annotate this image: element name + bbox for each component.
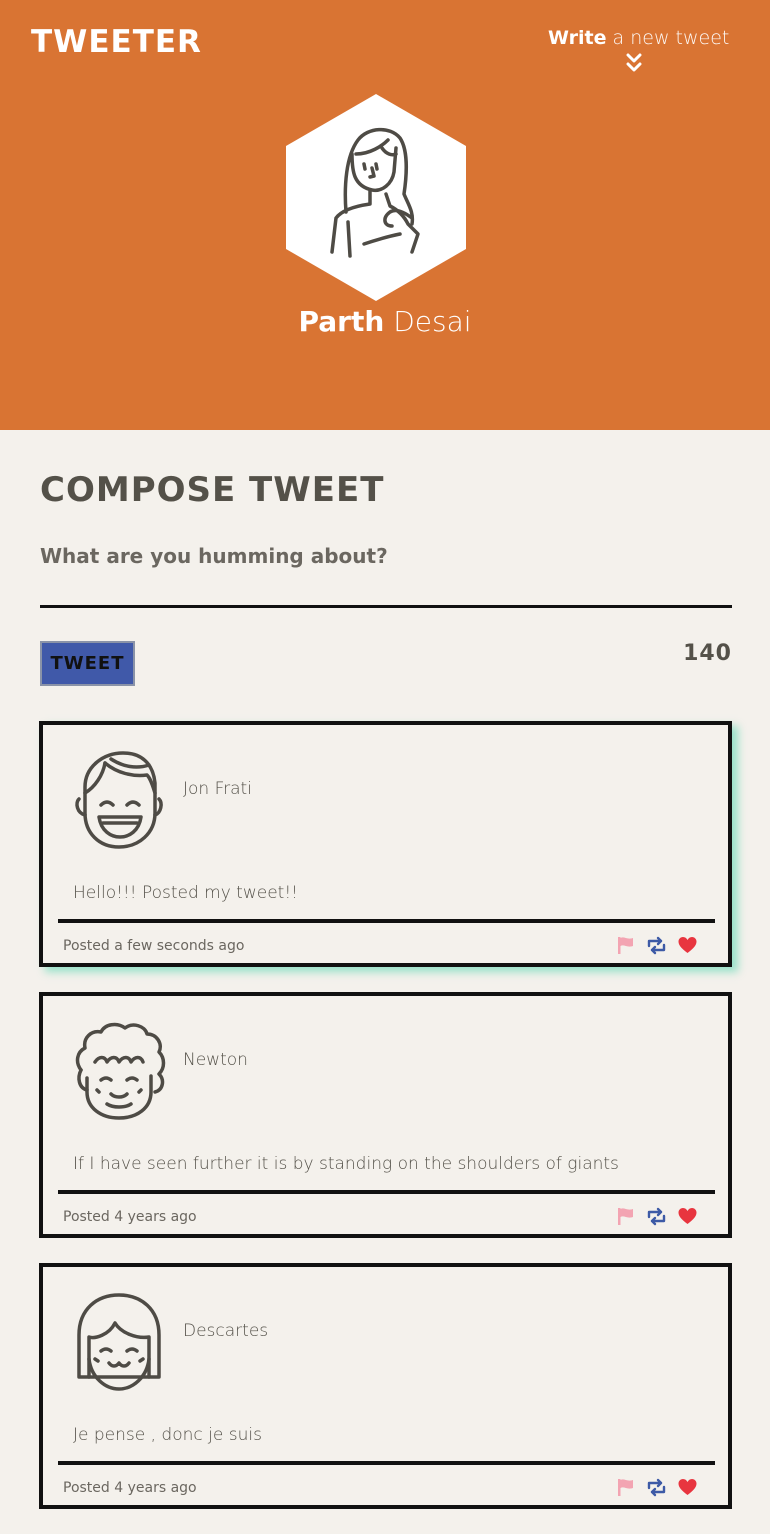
flag-icon[interactable] bbox=[615, 1206, 636, 1227]
tweet-content: If I have seen further it is by standing… bbox=[73, 1154, 619, 1174]
tweet-timestamp: Posted a few seconds ago bbox=[63, 938, 245, 954]
tweet-content: Hello!!! Posted my tweet!! bbox=[73, 883, 298, 903]
tweet-card: Newton If I have seen further it is by s… bbox=[39, 992, 732, 1238]
profile-last-name: Desai bbox=[393, 305, 472, 338]
heart-icon[interactable] bbox=[677, 935, 698, 956]
tweet-author[interactable]: Descartes bbox=[183, 1319, 268, 1343]
retweet-icon[interactable] bbox=[646, 935, 667, 956]
smiling-boy-icon bbox=[75, 751, 163, 849]
profile-header: TWEETER Write a new tweet Parth Desai bbox=[0, 0, 770, 430]
retweet-icon[interactable] bbox=[646, 1477, 667, 1498]
compose-title: COMPOSE TWEET bbox=[40, 470, 385, 510]
tweet-card: Jon Frati Hello!!! Posted my tweet!! Pos… bbox=[39, 721, 732, 967]
tweet-button[interactable]: TWEET bbox=[40, 641, 135, 686]
curly-hair-icon bbox=[75, 1022, 166, 1120]
heart-icon[interactable] bbox=[677, 1477, 698, 1498]
tweet-timestamp: Posted 4 years ago bbox=[63, 1209, 197, 1225]
tweet-divider bbox=[58, 1461, 715, 1465]
heart-icon[interactable] bbox=[677, 1206, 698, 1227]
tweet-author[interactable]: Newton bbox=[183, 1048, 248, 1072]
tweet-timestamp: Posted 4 years ago bbox=[63, 1480, 197, 1496]
flag-icon[interactable] bbox=[615, 935, 636, 956]
tweet-actions bbox=[615, 1475, 698, 1499]
retweet-icon[interactable] bbox=[646, 1206, 667, 1227]
tweet-author[interactable]: Jon Frati bbox=[183, 777, 252, 801]
tweet-divider bbox=[58, 919, 715, 923]
tweet-card: Descartes Je pense , donc je suis Posted… bbox=[39, 1263, 732, 1509]
tweet-actions bbox=[615, 1204, 698, 1228]
tweet-input[interactable] bbox=[40, 536, 732, 608]
write-label: Write bbox=[548, 27, 607, 49]
tweet-actions bbox=[615, 933, 698, 957]
character-counter: 140 bbox=[683, 641, 732, 666]
profile-first-name: Parth bbox=[298, 305, 385, 338]
tweet-content: Je pense , donc je suis bbox=[73, 1425, 262, 1445]
tweet-divider bbox=[58, 1190, 715, 1194]
write-tweet-toggle[interactable]: Write a new tweet bbox=[548, 24, 729, 74]
new-tweet-label: a new tweet bbox=[612, 27, 730, 49]
chevron-double-down-icon bbox=[626, 53, 642, 72]
flag-icon[interactable] bbox=[615, 1477, 636, 1498]
profile-avatar-icon bbox=[286, 94, 466, 301]
profile-name: Parth Desai bbox=[0, 300, 770, 344]
bob-hair-icon bbox=[77, 1293, 161, 1391]
app-logo[interactable]: TWEETER bbox=[31, 24, 202, 60]
